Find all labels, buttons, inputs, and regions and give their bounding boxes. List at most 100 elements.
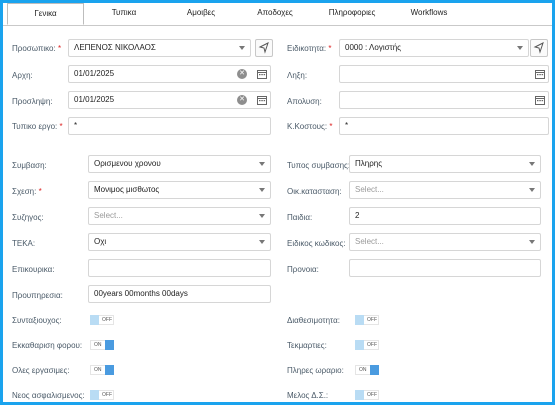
oik-katastasi-label: Οικ.κατασταση: bbox=[287, 187, 342, 196]
typiko-ergo-value: * bbox=[74, 121, 78, 130]
arxi-value: 01/01/2025 bbox=[74, 69, 115, 78]
syzygos-label: Συζηγος: bbox=[12, 213, 44, 222]
tab-plirofories[interactable]: Πληροφοριες bbox=[317, 3, 387, 25]
chevron-down-icon[interactable] bbox=[529, 188, 535, 192]
syzygos-select[interactable]: Select... bbox=[88, 207, 271, 225]
syntaxiouxos-toggle[interactable]: OFF bbox=[90, 315, 114, 325]
proslipsi-label: Προσληψη: bbox=[12, 97, 53, 106]
toggle-knob bbox=[90, 315, 99, 325]
eidikotita-value: 0000 : Λογιστής bbox=[345, 43, 401, 52]
typiko-ergo-label: Τυπικο εργο: * bbox=[12, 122, 63, 131]
toggle-state: OFF bbox=[367, 392, 377, 398]
employee-form-window: Γενικα Τυπικα Αμοιβες Αποδοχες Πληροφορι… bbox=[0, 0, 555, 405]
navigate-button-2[interactable] bbox=[530, 39, 548, 57]
syzygos-placeholder: Select... bbox=[94, 211, 123, 220]
apolysi-label: Απολυση: bbox=[287, 97, 322, 106]
syntaxiouxos-label: Συνταξιουχος: bbox=[12, 316, 62, 325]
chevron-down-icon[interactable] bbox=[517, 46, 523, 50]
diathesimotita-toggle[interactable]: OFF bbox=[355, 315, 379, 325]
proslipsi-value: 01/01/2025 bbox=[74, 95, 115, 104]
paidia-label: Παιδια: bbox=[287, 213, 313, 222]
ekkatharisi-toggle[interactable]: ON bbox=[90, 340, 114, 350]
schesi-select[interactable]: Μονιμος μισθωτος bbox=[88, 181, 271, 199]
typos-symvasis-value: Πληρης bbox=[355, 159, 383, 168]
lixi-date-field[interactable] bbox=[339, 65, 549, 83]
toggle-knob bbox=[355, 390, 364, 400]
calendar-icon[interactable] bbox=[535, 95, 545, 105]
teka-select[interactable]: Οχι bbox=[88, 233, 271, 251]
toggle-knob bbox=[105, 340, 114, 350]
clear-icon[interactable]: ✕ bbox=[237, 69, 247, 79]
proypiresia-label: Προυπηρεσια: bbox=[12, 291, 63, 300]
symvasi-value: Ορισμενου χρονου bbox=[94, 159, 161, 168]
chevron-down-icon[interactable] bbox=[259, 240, 265, 244]
proypiresia-field[interactable]: 00years 00months 00days bbox=[88, 285, 271, 303]
oik-katastasi-select[interactable]: Select... bbox=[349, 181, 541, 199]
typos-symvasis-label: Τυπος συμβασης: bbox=[287, 161, 351, 170]
arxi-label: Αρχη: bbox=[12, 71, 33, 80]
symvasi-label: Συμβαση: bbox=[12, 161, 47, 170]
toggle-state: ON bbox=[94, 367, 102, 373]
kostous-value: * bbox=[345, 121, 349, 130]
chevron-down-icon[interactable] bbox=[259, 214, 265, 218]
clear-icon[interactable]: ✕ bbox=[237, 95, 247, 105]
toggle-state: OFF bbox=[102, 392, 112, 398]
pliris-orario-label: Πληρες ωραριο: bbox=[287, 366, 344, 375]
epikourika-field[interactable] bbox=[88, 259, 271, 277]
chevron-down-icon[interactable] bbox=[529, 240, 535, 244]
lixi-label: Ληξη: bbox=[287, 71, 308, 80]
toggle-knob bbox=[355, 315, 364, 325]
tab-genika[interactable]: Γενικα bbox=[7, 3, 84, 25]
melos-ds-toggle[interactable]: OFF bbox=[355, 390, 379, 400]
calendar-icon[interactable] bbox=[257, 95, 267, 105]
oik-katastasi-placeholder: Select... bbox=[355, 185, 384, 194]
ekkatharisi-label: Εκκαθαριση φορου: bbox=[12, 341, 83, 350]
symvasi-select[interactable]: Ορισμενου χρονου bbox=[88, 155, 271, 173]
chevron-down-icon[interactable] bbox=[239, 46, 245, 50]
kostous-field[interactable]: * bbox=[339, 117, 549, 135]
schesi-label: Σχεση: * bbox=[12, 187, 42, 196]
toggle-knob bbox=[355, 340, 364, 350]
typiko-ergo-field[interactable]: * bbox=[68, 117, 271, 135]
tekmarties-toggle[interactable]: OFF bbox=[355, 340, 379, 350]
eidikos-kodikos-placeholder: Select... bbox=[355, 237, 384, 246]
diathesimotita-label: Διαθεσιμοτητα: bbox=[287, 316, 340, 325]
calendar-icon[interactable] bbox=[257, 69, 267, 79]
tab-bar: Γενικα Τυπικα Αμοιβες Αποδοχες Πληροφορι… bbox=[3, 3, 552, 26]
arxi-date-field[interactable]: 01/01/2025 ✕ bbox=[68, 65, 271, 83]
calendar-icon[interactable] bbox=[535, 69, 545, 79]
navigate-button[interactable] bbox=[255, 39, 273, 57]
toggle-state: OFF bbox=[367, 342, 377, 348]
prosopiko-select[interactable]: ΛΕΠΕΝΟΣ ΝΙΚΟΛΑΟΣ bbox=[68, 39, 251, 57]
apolysi-date-field[interactable] bbox=[339, 91, 549, 109]
tab-amoives[interactable]: Αμοιβες bbox=[166, 3, 236, 25]
toggle-state: ON bbox=[94, 342, 102, 348]
tekmarties-label: Τεκμαρτιες: bbox=[287, 341, 327, 350]
proslipsi-date-field[interactable]: 01/01/2025 ✕ bbox=[68, 91, 271, 109]
neos-asfalismenos-label: Νεος ασφαλισμενος: bbox=[12, 391, 85, 400]
toggle-state: OFF bbox=[367, 317, 377, 323]
chevron-down-icon[interactable] bbox=[259, 162, 265, 166]
eidikos-kodikos-select[interactable]: Select... bbox=[349, 233, 541, 251]
eidikos-kodikos-label: Ειδικος κωδικος: bbox=[287, 239, 346, 248]
tab-typika[interactable]: Τυπικα bbox=[89, 3, 159, 25]
typos-symvasis-select[interactable]: Πληρης bbox=[349, 155, 541, 173]
oles-ergasimes-label: Ολες εργασιμες: bbox=[12, 366, 70, 375]
tab-workflows[interactable]: Workflows bbox=[394, 3, 464, 25]
oles-ergasimes-toggle[interactable]: ON bbox=[90, 365, 114, 375]
teka-label: ΤΕΚΑ: bbox=[12, 239, 36, 248]
paidia-field[interactable]: 2 bbox=[349, 207, 541, 225]
teka-value: Οχι bbox=[94, 237, 107, 246]
schesi-value: Μονιμος μισθωτος bbox=[94, 185, 160, 194]
eidikotita-select[interactable]: 0000 : Λογιστής bbox=[339, 39, 529, 57]
chevron-down-icon[interactable] bbox=[529, 162, 535, 166]
chevron-down-icon[interactable] bbox=[259, 188, 265, 192]
navigate-arrow-icon bbox=[258, 42, 269, 54]
tab-apodoxes[interactable]: Αποδοχες bbox=[240, 3, 310, 25]
pronoia-field[interactable] bbox=[349, 259, 541, 277]
kostous-label: Κ.Κοστους: * bbox=[287, 122, 333, 131]
pronoia-label: Προνοια: bbox=[287, 265, 319, 274]
pliris-orario-toggle[interactable]: ON bbox=[355, 365, 379, 375]
prosopiko-value: ΛΕΠΕΝΟΣ ΝΙΚΟΛΑΟΣ bbox=[74, 43, 156, 52]
neos-asfalismenos-toggle[interactable]: OFF bbox=[90, 390, 114, 400]
